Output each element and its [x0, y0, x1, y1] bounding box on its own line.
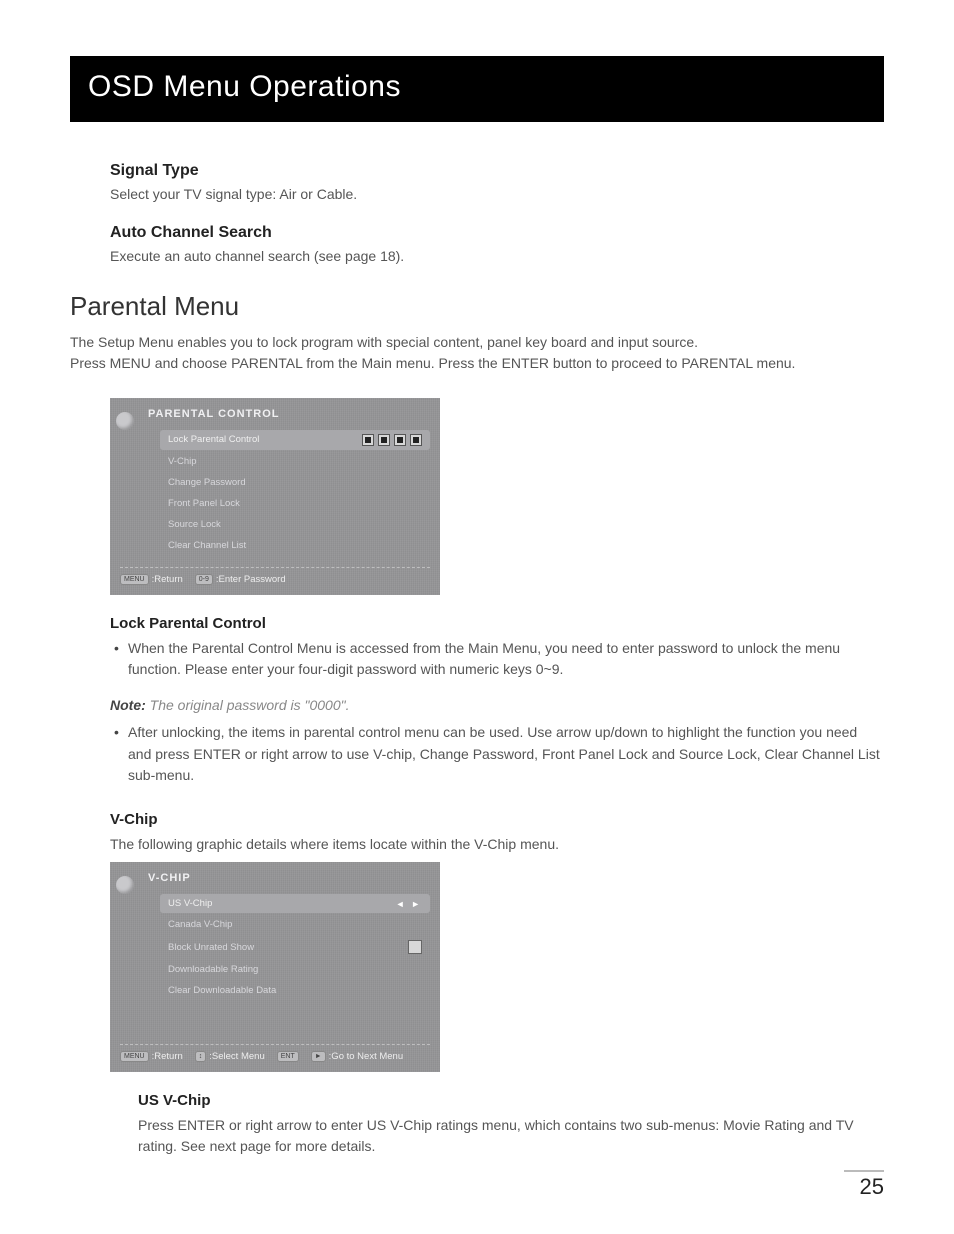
parental-menu-intro: The Setup Menu enables you to lock progr… [70, 332, 884, 374]
parental-osd-title: PARENTAL CONTROL [120, 406, 430, 428]
parental-osd-footer: MENU :Return 0-9 :Enter Password [120, 567, 430, 585]
page-number: 25 [844, 1170, 884, 1200]
password-box [410, 434, 422, 446]
osd-item-label: Change Password [168, 477, 246, 488]
osd-menu-item: Block Unrated Show [160, 936, 430, 958]
lock-heading: Lock Parental Control [110, 615, 884, 632]
password-boxes [362, 434, 422, 446]
osd-footer-label: :Enter Password [216, 574, 286, 585]
osd-footer-label: :Go to Next Menu [329, 1051, 403, 1062]
password-box [378, 434, 390, 446]
osd-item-label: Source Lock [168, 519, 221, 530]
note-text: The original password is "0000". [150, 697, 350, 713]
password-box [394, 434, 406, 446]
osd-footer-label: :Return [152, 1051, 183, 1062]
lock-note: Note: The original password is "0000". [110, 695, 884, 716]
parental-osd-panel: PARENTAL CONTROL Lock Parental Control V-… [110, 398, 440, 595]
osd-item-label: Clear Channel List [168, 540, 246, 551]
lock-bullets-bottom: After unlocking, the items in parental c… [110, 722, 884, 787]
osd-icon [116, 412, 134, 430]
us-vchip-text: Press ENTER or right arrow to enter US V… [138, 1115, 884, 1156]
osd-menu-item: Change Password [160, 473, 430, 492]
osd-item-label: Front Panel Lock [168, 498, 240, 509]
osd-key-icon: ENT [277, 1051, 299, 1062]
vchip-intro: The following graphic details where item… [110, 834, 884, 854]
bullet-item: After unlocking, the items in parental c… [110, 722, 884, 787]
signal-type-text: Select your TV signal type: Air or Cable… [110, 184, 884, 204]
parental-menu-heading: Parental Menu [70, 291, 884, 322]
osd-menu-item: Downloadable Rating [160, 960, 430, 979]
osd-menu-item: Canada V-Chip [160, 915, 430, 934]
osd-key-icon: ↕ [195, 1051, 207, 1062]
osd-item-label: Block Unrated Show [168, 942, 254, 953]
page-banner: OSD Menu Operations [70, 56, 884, 122]
arrow-icon: ◄ ► [396, 899, 422, 909]
checkbox-icon [408, 940, 422, 954]
parental-osd-items: Lock Parental Control V-Chip Change Passwo… [120, 430, 430, 555]
vchip-osd-items: US V-Chip ◄ ► Canada V-Chip Block Unrated S… [120, 894, 430, 1000]
osd-footer-hint: MENU :Return [120, 574, 183, 585]
auto-search-heading: Auto Channel Search [110, 224, 884, 242]
auto-search-text: Execute an auto channel search (see page… [110, 246, 884, 266]
osd-footer-hint: ENT [277, 1051, 299, 1062]
osd-menu-item: Clear Channel List [160, 536, 430, 555]
osd-item-label: V-Chip [168, 456, 197, 467]
osd-menu-item: Front Panel Lock [160, 494, 430, 513]
osd-item-label: Downloadable Rating [168, 964, 258, 975]
osd-menu-item: Clear Downloadable Data [160, 981, 430, 1000]
osd-key-icon: MENU [120, 1051, 149, 1062]
osd-key-icon: ► [311, 1051, 326, 1062]
password-box [362, 434, 374, 446]
signal-type-heading: Signal Type [110, 162, 884, 180]
vchip-heading: V-Chip [110, 811, 884, 828]
osd-footer-hint: 0-9 :Enter Password [195, 574, 286, 585]
osd-key-icon: 0-9 [195, 574, 213, 585]
osd-menu-item: V-Chip [160, 452, 430, 471]
vchip-osd-title: V-CHIP [120, 870, 430, 892]
osd-footer-label: :Return [152, 574, 183, 585]
osd-footer-label: :Select Menu [209, 1051, 264, 1062]
osd-menu-item: US V-Chip ◄ ► [160, 894, 430, 913]
lock-bullets-top: When the Parental Control Menu is access… [110, 638, 884, 681]
banner-title: OSD Menu Operations [88, 70, 401, 103]
vchip-osd-footer: MENU :Return ↕ :Select Menu ENT ► :Go to Ne… [120, 1044, 430, 1062]
osd-footer-hint: MENU :Return [120, 1051, 183, 1062]
bullet-item: When the Parental Control Menu is access… [110, 638, 884, 681]
osd-menu-item: Source Lock [160, 515, 430, 534]
osd-item-label: Canada V-Chip [168, 919, 232, 930]
osd-menu-item: Lock Parental Control [160, 430, 430, 450]
note-label: Note: [110, 697, 146, 713]
osd-footer-hint: ► :Go to Next Menu [311, 1051, 403, 1062]
osd-item-label: Clear Downloadable Data [168, 985, 276, 996]
osd-item-label: Lock Parental Control [168, 434, 259, 445]
osd-item-label: US V-Chip [168, 898, 212, 909]
osd-key-icon: MENU [120, 574, 149, 585]
vchip-osd-panel: V-CHIP US V-Chip ◄ ► Canada V-Chip Block Un… [110, 862, 440, 1072]
osd-footer-hint: ↕ :Select Menu [195, 1051, 265, 1062]
us-vchip-heading: US V-Chip [138, 1092, 884, 1109]
